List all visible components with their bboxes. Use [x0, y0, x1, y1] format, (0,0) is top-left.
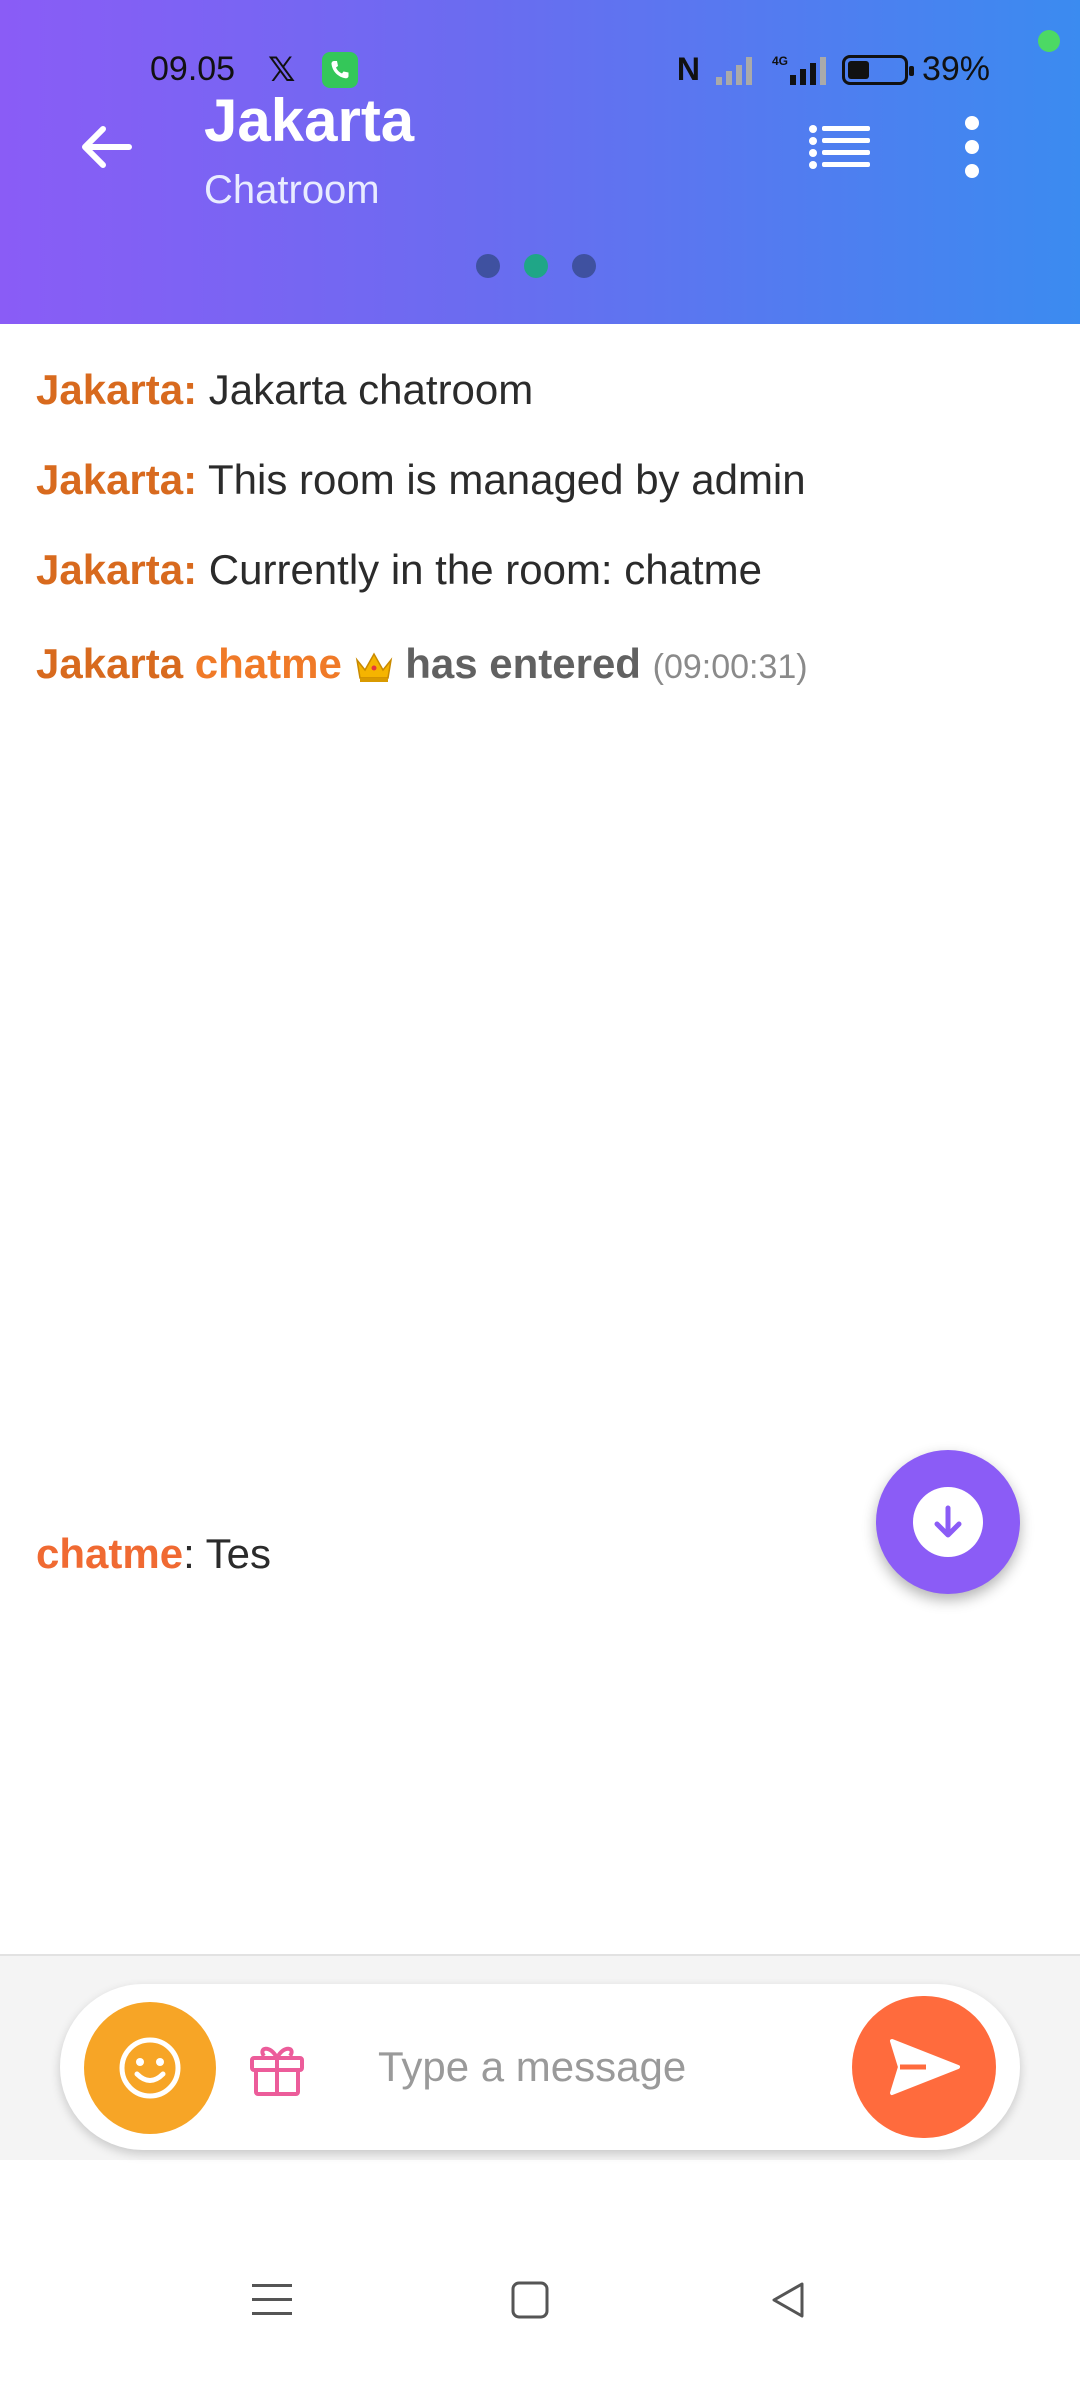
- composer-area: [0, 1954, 1080, 2160]
- nfc-icon: N: [676, 51, 700, 87]
- room-subtitle: Chatroom: [204, 168, 380, 212]
- user-list-button[interactable]: [800, 112, 880, 182]
- join-username[interactable]: chatme: [195, 640, 342, 687]
- more-options-button[interactable]: [944, 112, 1000, 182]
- chat-message: chatme: Tes: [36, 1530, 271, 1578]
- page-dot: [476, 254, 500, 278]
- arrow-left-icon: [82, 126, 132, 168]
- join-action: has entered: [405, 640, 641, 687]
- arrow-down-icon: [934, 1505, 962, 1538]
- message-text: This room is managed by admin: [197, 456, 806, 503]
- smiley-icon: [119, 2037, 181, 2099]
- chat-text: Tes: [194, 1530, 272, 1577]
- page-dot: [572, 254, 596, 278]
- status-time: 09.05: [150, 50, 236, 88]
- x-app-icon: 𝕏: [268, 51, 296, 89]
- home-button[interactable]: [490, 2260, 570, 2340]
- battery-icon: [841, 54, 914, 85]
- page-dot: [524, 254, 548, 278]
- app-header: 09.05 𝕏 N 4G 39% Jakarta Chatroom: [0, 0, 1080, 324]
- system-message: Jakarta: Currently in the room: chatme: [36, 546, 762, 594]
- signal-4g-icon: 4G: [772, 54, 826, 85]
- message-input[interactable]: [378, 2029, 858, 2105]
- send-icon: [890, 2039, 960, 2095]
- system-message: Jakarta: Jakarta chatroom: [36, 366, 533, 414]
- svg-text:4G: 4G: [772, 54, 788, 68]
- battery-percent: 39%: [921, 50, 990, 88]
- join-room-name: Jakarta: [36, 640, 184, 687]
- list-icon: [809, 125, 870, 169]
- join-timestamp: (09:00:31): [652, 648, 808, 686]
- scroll-to-bottom-button[interactable]: [876, 1450, 1020, 1594]
- signal-off-icon: [715, 56, 752, 85]
- status-icons: N 4G 39%: [677, 50, 990, 89]
- page-indicator: [476, 254, 596, 278]
- phone-call-icon: [322, 52, 358, 88]
- message-sender: Jakarta:: [36, 366, 198, 413]
- gift-button[interactable]: [242, 2032, 312, 2102]
- message-sender: Jakarta:: [36, 456, 198, 503]
- more-vertical-icon: [965, 116, 979, 178]
- back-button[interactable]: [70, 110, 144, 184]
- emoji-button[interactable]: [84, 2002, 216, 2134]
- send-button[interactable]: [852, 1996, 996, 2138]
- message-text: Jakarta chatroom: [197, 366, 534, 413]
- chatroom-screen: 09.05 𝕏 N 4G 39% Jakarta Chatroom Jakart…: [0, 0, 1080, 2400]
- status-bar: 09.05 𝕏 N 4G 39%: [0, 50, 1080, 96]
- system-message: Jakarta: This room is managed by admin: [36, 456, 806, 504]
- message-sender: Jakarta:: [36, 546, 198, 593]
- recents-button[interactable]: [232, 2260, 312, 2340]
- composer-pill: [60, 1984, 1020, 2150]
- gift-icon: [250, 2046, 304, 2096]
- room-title: Jakarta: [204, 87, 415, 154]
- chat-separator: :: [183, 1530, 195, 1577]
- crown-icon: [355, 652, 392, 682]
- menu-icon: [252, 2284, 292, 2315]
- join-event-message: Jakarta chatme has entered (09:00:31): [36, 640, 808, 688]
- back-nav-button[interactable]: [748, 2260, 828, 2340]
- system-nav-bar: [0, 2200, 1080, 2400]
- privacy-indicator-dot: [1038, 30, 1060, 52]
- chat-username[interactable]: chatme: [36, 1530, 183, 1577]
- back-triangle-icon: [772, 2282, 804, 2318]
- message-text: Currently in the room: chatme: [197, 546, 762, 593]
- home-square-icon: [511, 2281, 549, 2319]
